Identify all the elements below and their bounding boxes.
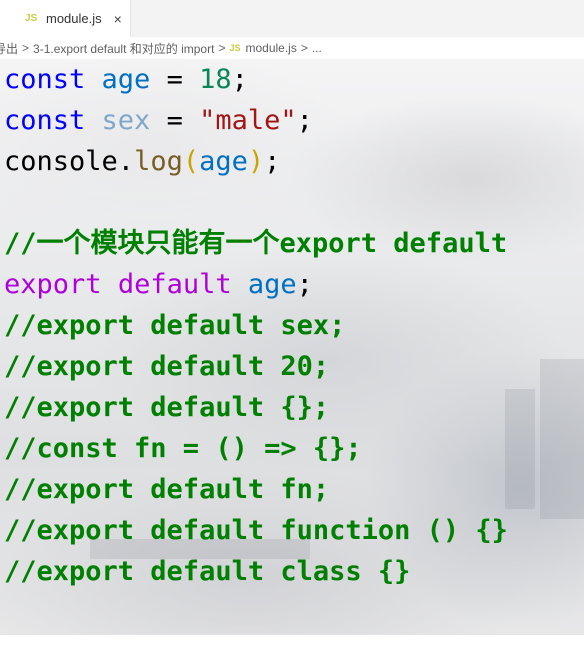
code-token: age bbox=[199, 146, 248, 177]
code-token: age bbox=[247, 269, 297, 300]
code-token: default bbox=[117, 269, 232, 300]
code-line[interactable]: //一个模块只能有一个export default bbox=[4, 223, 508, 264]
bottom-strip bbox=[0, 634, 584, 655]
code-line[interactable]: //export default {}; bbox=[4, 387, 508, 428]
code-token: const bbox=[4, 64, 86, 95]
code-token: //export default fn; bbox=[4, 474, 330, 505]
code-token: ; bbox=[231, 64, 248, 95]
background-decoration bbox=[505, 389, 535, 509]
code-token: //const fn = () => {}; bbox=[4, 433, 362, 464]
code-token: . bbox=[117, 146, 135, 177]
code-token: ; bbox=[296, 269, 313, 300]
code-token: age bbox=[101, 64, 151, 95]
tab-module-js[interactable]: JS module.js × bbox=[0, 0, 131, 37]
code-lines: const age = 18; const sex = "male"; consol… bbox=[4, 59, 508, 592]
code-token: console bbox=[4, 146, 118, 177]
javascript-file-icon: JS bbox=[25, 13, 38, 24]
background-decoration bbox=[540, 359, 584, 519]
code-token: //export default class {} bbox=[4, 556, 411, 587]
code-token: ; bbox=[296, 105, 313, 136]
editor-window: JS module.js × 导出 > 3-1.export default 和… bbox=[0, 0, 584, 655]
code-line[interactable]: export default age; bbox=[4, 264, 508, 305]
code-token: //一个模块只能有一个export default bbox=[4, 228, 508, 259]
code-line[interactable]: console.log(age); bbox=[4, 141, 508, 182]
code-token: "male" bbox=[199, 105, 297, 136]
breadcrumb-separator-icon: > bbox=[218, 41, 226, 55]
code-line[interactable]: const age = 18; bbox=[4, 59, 508, 100]
breadcrumb-separator-icon: > bbox=[22, 41, 30, 55]
breadcrumb-item-subfolder[interactable]: 3-1.export default 和对应的 import bbox=[33, 40, 214, 57]
code-token: sex bbox=[101, 105, 151, 136]
code-line[interactable]: //export default class {} bbox=[4, 551, 508, 592]
code-token: //export default function () {} bbox=[4, 515, 508, 546]
code-line[interactable]: //export default fn; bbox=[4, 469, 508, 510]
code-token: export bbox=[4, 269, 102, 300]
code-token: //export default {}; bbox=[4, 392, 330, 423]
code-token: = bbox=[150, 105, 200, 136]
code-line[interactable]: //export default sex; bbox=[4, 305, 508, 346]
javascript-file-icon: JS bbox=[229, 43, 241, 53]
code-token: //export default sex; bbox=[4, 310, 346, 341]
breadcrumb-separator-icon: > bbox=[300, 41, 308, 55]
code-token: //export default 20; bbox=[4, 351, 330, 382]
code-token: = bbox=[150, 64, 200, 95]
code-editor[interactable]: const age = 18; const sex = "male"; consol… bbox=[0, 59, 584, 634]
code-line[interactable]: //const fn = () => {}; bbox=[4, 428, 508, 469]
code-line[interactable]: //export default function () {} bbox=[4, 510, 508, 551]
breadcrumb: 导出 > 3-1.export default 和对应的 import > JS… bbox=[0, 37, 584, 59]
code-token: log bbox=[134, 146, 183, 177]
code-token: ; bbox=[264, 146, 281, 177]
code-token: 18 bbox=[199, 64, 232, 95]
code-token: const bbox=[4, 105, 86, 136]
code-token: ) bbox=[247, 146, 265, 177]
close-icon[interactable]: × bbox=[114, 12, 122, 26]
breadcrumb-item-folder[interactable]: 导出 bbox=[0, 40, 18, 57]
code-line[interactable] bbox=[4, 182, 508, 223]
code-token: ( bbox=[182, 146, 200, 177]
tab-bar: JS module.js × bbox=[0, 0, 584, 38]
code-line[interactable]: //export default 20; bbox=[4, 346, 508, 387]
breadcrumb-item-file[interactable]: module.js bbox=[245, 41, 296, 55]
breadcrumb-item-symbols[interactable]: ... bbox=[312, 41, 322, 55]
tab-label: module.js bbox=[46, 11, 102, 26]
code-line[interactable]: const sex = "male"; bbox=[4, 100, 508, 141]
